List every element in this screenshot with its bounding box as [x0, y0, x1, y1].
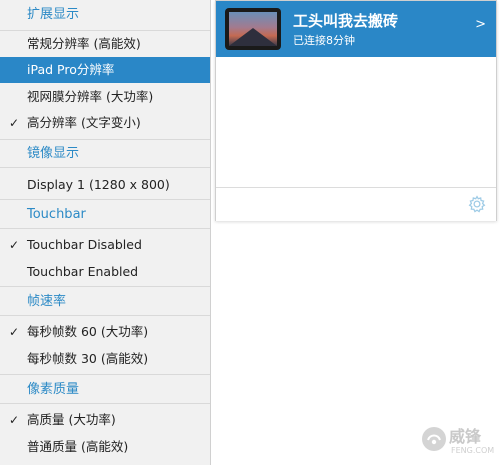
menu-item-30-fps[interactable]: 每秒帧数 30 (高能效) — [0, 346, 210, 372]
menu-item-display-1[interactable]: Display 1 (1280 x 800) — [0, 172, 210, 198]
menu-item-touchbar-disabled[interactable]: ✓ Touchbar Disabled — [0, 232, 210, 258]
separator — [0, 286, 210, 287]
separator — [0, 228, 210, 229]
chevron-right-icon[interactable]: > — [475, 17, 486, 32]
popup-footer — [216, 187, 496, 221]
watermark-text: 威锋 — [449, 427, 482, 446]
menu-item-normal-quality[interactable]: 普通质量 (高能效) — [0, 434, 210, 460]
menu-item-ipad-pro-resolution[interactable]: iPad Pro分辨率 — [0, 57, 210, 83]
device-row[interactable]: 工头叫我去搬砖 已连接8分钟 > — [216, 1, 496, 57]
menu-item-normal-resolution[interactable]: 常规分辨率 (高能效) — [0, 31, 210, 57]
separator — [0, 403, 210, 404]
checkmark-icon: ✓ — [9, 325, 20, 339]
separator — [0, 199, 210, 200]
watermark-subtext: FENG.COM — [451, 446, 495, 455]
section-header-mirror-display: 镜像显示 — [27, 146, 80, 161]
device-name: 工头叫我去搬砖 — [293, 12, 399, 30]
ipad-thumbnail — [225, 8, 281, 50]
menu-item-retina-resolution[interactable]: 视网膜分辨率 (大功率) — [0, 84, 210, 110]
menu-item-high-resolution[interactable]: ✓ 高分辨率 (文字变小) — [0, 110, 210, 136]
section-header-touchbar: Touchbar — [27, 207, 86, 222]
section-header-frame-rate: 帧速率 — [27, 294, 67, 309]
separator — [0, 315, 210, 316]
checkmark-icon: ✓ — [9, 238, 20, 252]
feng-logo-icon — [422, 427, 446, 451]
menu-item-high-quality[interactable]: ✓ 高质量 (大功率) — [0, 407, 210, 433]
separator — [0, 139, 210, 140]
menu-item-60-fps[interactable]: ✓ 每秒帧数 60 (大功率) — [0, 319, 210, 345]
mountain-shape — [229, 28, 277, 46]
checkmark-icon: ✓ — [9, 413, 20, 427]
gear-icon[interactable] — [468, 195, 486, 213]
section-header-pixel-quality: 像素质量 — [27, 382, 80, 397]
checkmark-icon: ✓ — [9, 116, 20, 130]
separator — [0, 374, 210, 375]
connection-status: 已连接8分钟 — [293, 34, 355, 47]
watermark-logo: 威锋 FENG.COM — [419, 418, 499, 464]
section-header-extended-display: 扩展显示 — [27, 7, 80, 22]
device-popup: 工头叫我去搬砖 已连接8分钟 > — [215, 0, 497, 221]
display-options-menu: 扩展显示 常规分辨率 (高能效) iPad Pro分辨率 视网膜分辨率 (大功率… — [0, 0, 211, 465]
menu-item-touchbar-enabled[interactable]: Touchbar Enabled — [0, 259, 210, 285]
separator — [0, 167, 210, 168]
